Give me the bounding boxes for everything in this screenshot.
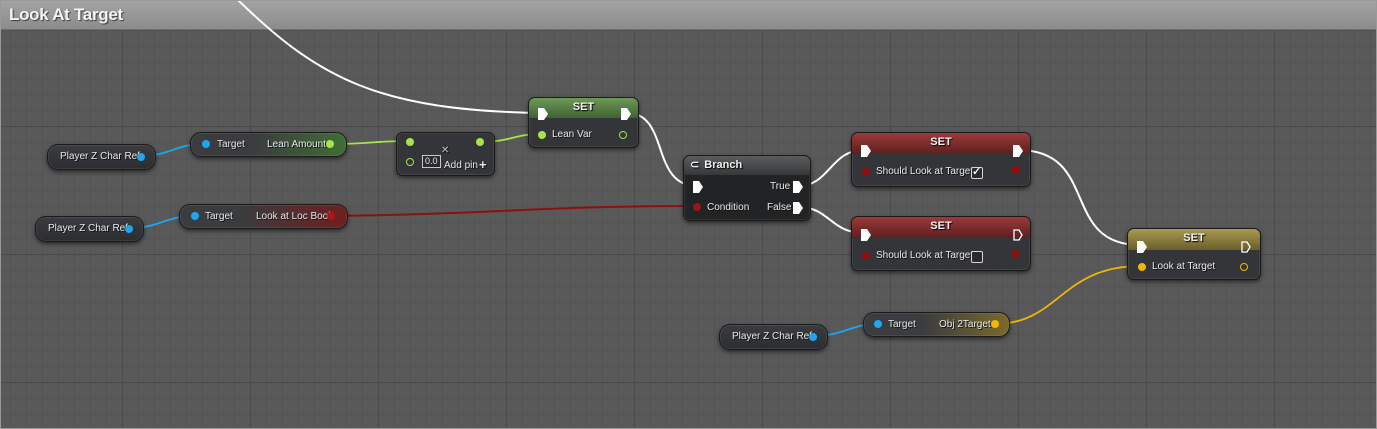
set-title: SET [930,220,952,232]
branch-icon: ⊂ [690,159,700,171]
set-should-look-false-node[interactable]: SET Should Look at Target [851,216,1031,271]
exec-output-pin[interactable] [1013,229,1023,241]
set-lean-var-node[interactable]: SET Lean Var [528,97,639,148]
bool-input-pin[interactable] [862,252,870,260]
player-ref-node-2[interactable]: Player Z Char Ref [35,216,144,242]
target-label: Target [888,319,916,330]
float-output-pin[interactable] [619,131,627,139]
float-input-pin[interactable] [538,131,546,139]
set-should-look-true-node[interactable]: SET Should Look at Target [851,132,1031,187]
look-at-loc-bool-label: Look at Loc Bool [256,211,331,222]
get-lean-amount-node[interactable]: Target Lean Amount [190,132,347,157]
target-label: Target [217,139,245,150]
object-output-pin[interactable] [137,153,145,161]
bool-input-pin[interactable] [862,168,870,176]
float-output-pin[interactable] [476,138,484,146]
add-pin-label[interactable]: Add pin [444,160,478,171]
checkbox-checked[interactable] [971,165,983,179]
set-title: SET [930,136,952,148]
set-header: SET [852,217,1030,238]
look-at-target-label: Look at Target [1152,261,1216,272]
condition-input-pin[interactable] [693,203,701,211]
target-label: Target [205,211,233,222]
branch-title: Branch [704,159,743,171]
should-look-label: Should Look at Target [876,250,974,261]
struct-output-pin[interactable] [991,320,999,328]
player-ref-node-3[interactable]: Player Z Char Ref [719,324,828,350]
player-ref-label: Player Z Char Ref [732,331,813,342]
player-ref-node-1[interactable]: Player Z Char Ref [47,144,156,170]
branch-node[interactable]: ⊂ Branch True Condition False [683,155,811,221]
exec-input-pin[interactable] [538,108,548,120]
exec-input-pin[interactable] [861,229,871,241]
object-output-pin[interactable] [809,333,817,341]
float-input-pin-b[interactable] [406,158,414,166]
should-look-label: Should Look at Target [876,166,974,177]
exec-output-pin[interactable] [621,108,631,120]
plus-icon[interactable]: + [479,157,487,172]
float-input-pin-a[interactable] [406,138,414,146]
lean-var-label: Lean Var [552,129,592,140]
lean-amount-label: Lean Amount [267,139,326,150]
exec-output-pin[interactable] [1013,145,1023,157]
exec-wire-set-to-set-look[interactable] [1017,149,1141,246]
float-output-pin[interactable] [326,140,334,148]
object-output-pin[interactable] [125,225,133,233]
blueprint-graph-canvas[interactable]: Look At Target Player Z Char Ref Player … [0,0,1377,429]
target-input-pin[interactable] [202,140,210,148]
struct-wire-obj-to-look[interactable] [993,265,1142,325]
float-value-field[interactable]: 0.0 [422,155,441,168]
bool-output-pin[interactable] [1012,166,1020,174]
player-ref-label: Player Z Char Ref [48,223,129,234]
struct-output-pin[interactable] [1240,263,1248,271]
false-label: False [767,202,792,213]
true-exec-output-pin[interactable] [793,181,803,193]
target-input-pin[interactable] [874,320,882,328]
get-obj2target-node[interactable]: Target Obj 2Target [863,312,1010,337]
obj2target-label: Obj 2Target [939,319,991,330]
exec-input-pin[interactable] [693,181,703,193]
false-exec-output-pin[interactable] [793,202,803,214]
exec-input-pin[interactable] [861,145,871,157]
set-title: SET [572,101,595,113]
get-look-at-loc-bool-node[interactable]: Target Look at Loc Bool [179,204,348,229]
exec-wire-incoming[interactable] [237,0,541,114]
set-look-at-target-node[interactable]: SET Look at Target [1127,228,1261,280]
bool-wire-look-to-condition[interactable] [329,205,697,217]
target-input-pin[interactable] [191,212,199,220]
player-ref-label: Player Z Char Ref [60,151,141,162]
add-float-node[interactable]: 0.0 ✕ Add pin + [396,132,495,176]
set-title: SET [1183,232,1205,244]
branch-header: ⊂ Branch [684,156,810,175]
bool-output-pin[interactable] [1012,250,1020,258]
true-label: True [770,181,791,192]
struct-input-pin[interactable] [1138,263,1146,271]
checkbox-unchecked[interactable] [971,251,983,263]
condition-label: Condition [707,202,750,213]
close-icon[interactable]: ✕ [441,145,449,156]
exec-input-pin[interactable] [1137,241,1147,253]
set-header: SET [852,133,1030,154]
exec-output-pin[interactable] [1241,241,1251,253]
bool-output-pin[interactable] [327,212,335,220]
